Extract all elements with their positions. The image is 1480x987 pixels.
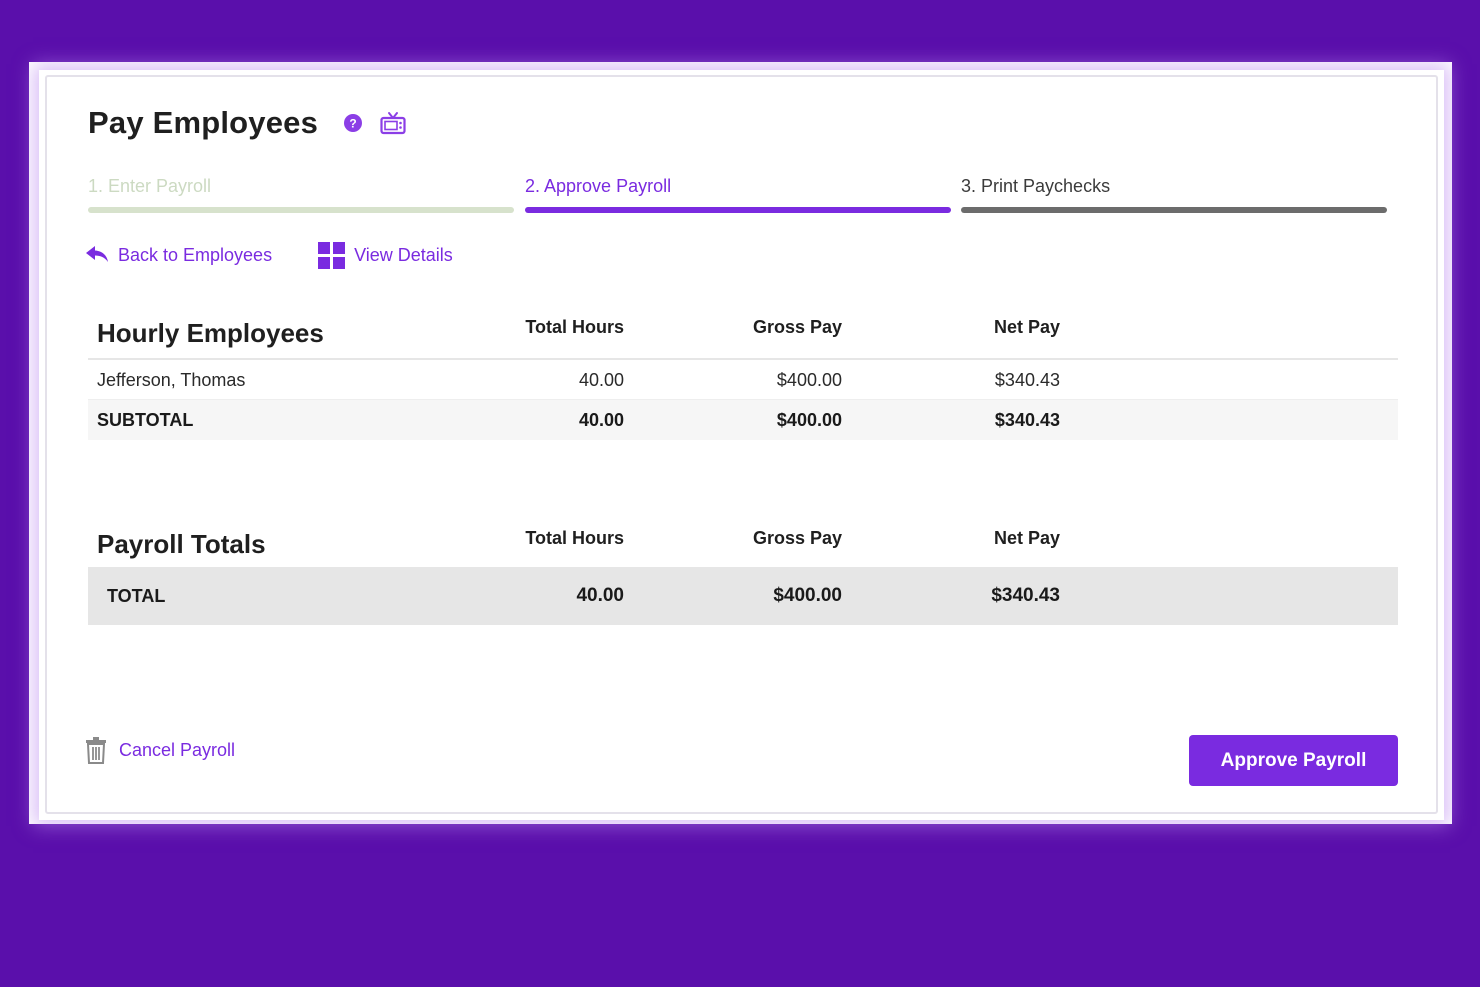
view-details-link[interactable]: View Details	[318, 241, 453, 269]
question-circle-icon[interactable]: ?	[344, 114, 363, 132]
subtotal-row: SUBTOTAL 40.00 $400.00 $340.43	[88, 400, 1398, 440]
col-gross-pay: Gross Pay	[752, 317, 842, 337]
col-gross-pay: Gross Pay	[752, 528, 842, 548]
grid-icon	[318, 241, 346, 269]
title-row: Pay Employees ?	[88, 103, 406, 143]
total-net: $340.43	[991, 585, 1060, 606]
employee-name: Jefferson, Thomas	[97, 370, 246, 390]
step-approve-payroll[interactable]: 2. Approve Payroll	[525, 174, 951, 213]
reply-arrow-icon	[85, 245, 109, 265]
net-pay-value: $340.43	[994, 370, 1060, 390]
pay-employees-panel: Pay Employees ? 1. Enter Payroll 2. Appr…	[45, 75, 1438, 814]
total-hours-value: 40.00	[578, 370, 624, 390]
step-label: 1. Enter Payroll	[88, 176, 212, 196]
table-header: Hourly Employees Total Hours Gross Pay N…	[88, 315, 1398, 360]
step-progress-bar	[88, 207, 514, 213]
cancel-payroll-link[interactable]: Cancel Payroll	[85, 735, 235, 765]
svg-text:?: ?	[349, 117, 356, 131]
col-net-pay: Net Pay	[993, 528, 1060, 548]
step-progress-bar	[525, 207, 951, 213]
section-title: Hourly Employees	[97, 318, 324, 348]
cancel-payroll-label: Cancel Payroll	[119, 739, 236, 760]
approve-payroll-button[interactable]: Approve Payroll	[1189, 735, 1398, 786]
back-link-label: Back to Employees	[118, 244, 273, 265]
back-to-employees-link[interactable]: Back to Employees	[85, 245, 272, 266]
hourly-employees-table: Hourly Employees Total Hours Gross Pay N…	[88, 315, 1398, 440]
step-label: 3. Print Paychecks	[961, 176, 1111, 196]
step-progress-bar	[961, 207, 1387, 213]
step-enter-payroll[interactable]: 1. Enter Payroll	[88, 174, 514, 213]
payroll-totals-table: Payroll Totals Total Hours Gross Pay Net…	[88, 526, 1398, 625]
subtotal-gross: $400.00	[776, 410, 842, 430]
page-title: Pay Employees	[88, 105, 319, 140]
subtotal-label: SUBTOTAL	[97, 410, 194, 430]
col-total-hours: Total Hours	[525, 317, 624, 337]
screen-frame: Pay Employees ? 1. Enter Payroll 2. Appr…	[29, 62, 1452, 824]
step-print-paychecks[interactable]: 3. Print Paychecks	[961, 174, 1387, 213]
action-links: Back to Employees View Details	[85, 240, 453, 270]
total-label: TOTAL	[107, 586, 166, 606]
total-gross: $400.00	[773, 585, 842, 606]
section-title: Payroll Totals	[97, 529, 266, 559]
col-net-pay: Net Pay	[993, 317, 1060, 337]
trash-icon	[85, 736, 107, 764]
subtotal-hours: 40.00	[578, 410, 624, 430]
table-row[interactable]: Jefferson, Thomas 40.00 $400.00 $340.43	[88, 360, 1398, 400]
total-hours: 40.00	[576, 585, 624, 606]
subtotal-net: $340.43	[994, 410, 1060, 430]
table-header: Payroll Totals Total Hours Gross Pay Net…	[88, 526, 1398, 567]
tv-icon[interactable]	[380, 111, 406, 135]
col-total-hours: Total Hours	[525, 528, 624, 548]
step-label: 2. Approve Payroll	[525, 176, 672, 196]
total-row: TOTAL 40.00 $400.00 $340.43	[88, 567, 1398, 625]
view-details-label: View Details	[354, 244, 453, 265]
gross-pay-value: $400.00	[776, 370, 842, 390]
